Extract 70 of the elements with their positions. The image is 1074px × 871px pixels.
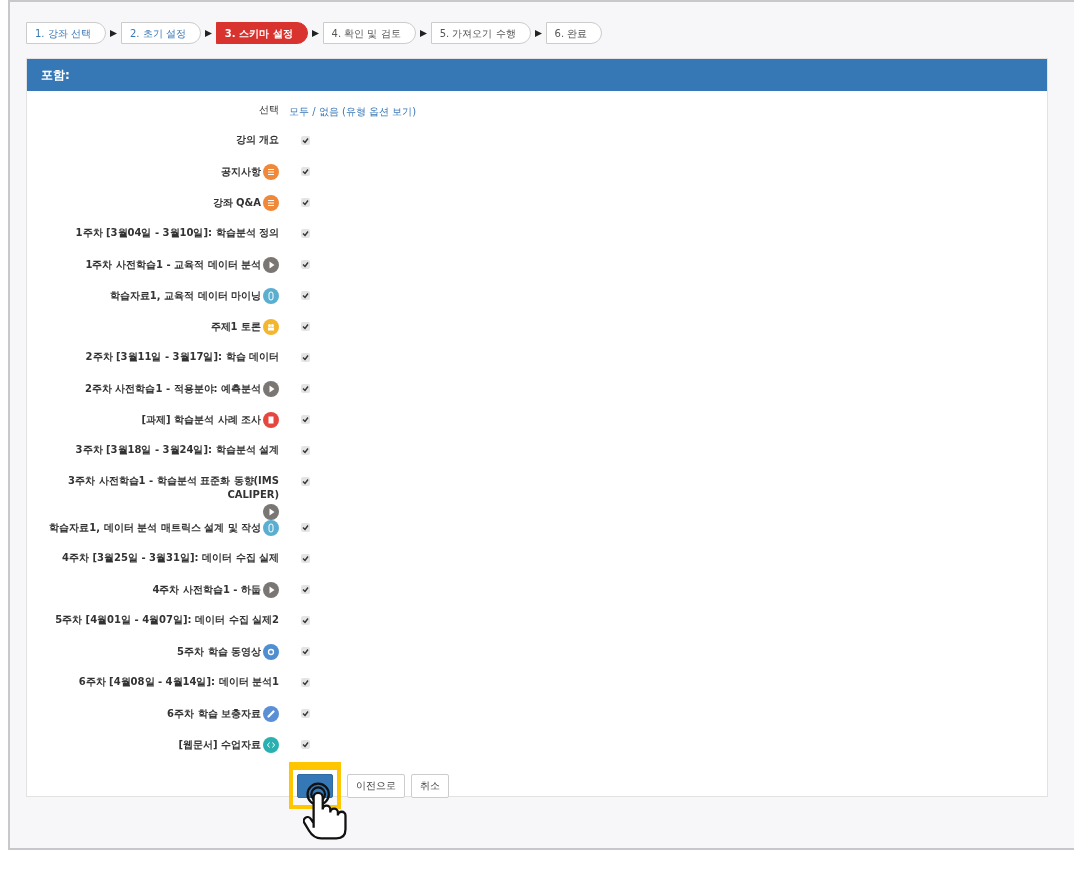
checkbox[interactable] [301,229,310,238]
list-icon [263,164,279,180]
document-icon [263,412,279,428]
item-label: 학습자료1, 교육적 데이터 마이닝 [108,289,261,303]
wizard-step: 6. 완료 [545,22,603,44]
checkbox[interactable] [301,709,310,718]
code-icon [263,737,279,753]
checkbox[interactable] [301,477,310,486]
checkbox[interactable] [301,523,310,532]
select-link[interactable]: 모두 / 없음 (유형 옵션 보기) [289,103,417,121]
checkbox[interactable] [301,415,310,424]
checkbox[interactable] [301,740,310,749]
checkbox[interactable] [301,353,310,362]
item-label: 주제1 토론 [209,320,261,334]
circle-icon [263,644,279,660]
wizard-step: 1. 강좌 선택 [26,22,106,44]
play-icon [263,257,279,273]
checkbox[interactable] [301,384,310,393]
item-label: 1주차 [3월04일 - 3월10일]: 학습분석 정의 [74,226,279,240]
checkbox[interactable] [301,678,310,687]
item-label: 학습자료1, 데이터 분석 매트릭스 설계 및 작성 [48,521,261,535]
item-label: 3주차 [3월18일 - 3월24일]: 학습분석 설계 [74,443,279,457]
item-label: 6주차 [4월08일 - 4월14일]: 데이터 분석1 [77,675,279,689]
item-label: 4주차 사전학습1 - 하둡 [151,583,261,597]
wizard-step: 2. 초기 설정 [120,22,201,44]
select-label: 선택 [258,103,279,117]
paperclip-icon [263,288,279,304]
arrow-icon [419,29,427,37]
play-icon [263,504,279,520]
people-icon [263,319,279,335]
checkbox[interactable] [301,291,310,300]
item-label: 6주차 학습 보충자료 [166,707,261,721]
paperclip-icon [263,520,279,536]
wizard-step: 5. 가져오기 수행 [430,22,531,44]
item-label: 2주차 [3월11일 - 3월17일]: 학습 데이터 [84,350,279,364]
item-label: 1주차 사전학습1 - 교육적 데이터 분석 [84,258,261,272]
arrow-icon [311,29,319,37]
play-icon [263,582,279,598]
wizard-step: 3. 스키마 설정 [215,22,308,44]
checkbox[interactable] [301,647,310,656]
checkbox[interactable] [301,446,310,455]
checkbox[interactable] [301,585,310,594]
item-label: 강의 개요 [234,133,279,147]
checkbox[interactable] [301,167,310,176]
arrow-icon [534,29,542,37]
checkbox[interactable] [301,616,310,625]
wizard-step: 4. 확인 및 검토 [322,22,416,44]
checkbox[interactable] [301,322,310,331]
link-icon [263,706,279,722]
item-label: 2주차 사전학습1 - 적용분야: 예측분석 [84,382,261,396]
item-label: 5주차 [4월01일 - 4월07일]: 데이터 수집 실제2 [54,613,279,627]
panel-title: 포함: [27,59,1047,91]
item-label: 4주차 [3월25일 - 3월31일]: 데이터 수집 실제 [61,551,279,565]
form-button[interactable]: 취소 [411,773,449,798]
play-icon [263,381,279,397]
form-button[interactable]: 이전으로 [347,773,405,798]
checkbox[interactable] [301,198,310,207]
item-label: 강좌 Q&A [211,196,261,210]
hand-pointer-icon [303,782,347,840]
checkbox[interactable] [301,554,310,563]
item-label: [과제] 학습분석 사례 조사 [140,413,261,427]
checkbox[interactable] [301,260,310,269]
item-label: 5주차 학습 동영상 [176,645,261,659]
arrow-icon [109,29,117,37]
list-icon [263,195,279,211]
item-label: 3주차 사전학습1 - 학습분석 표준화 동향(IMS CALIPER) [67,474,279,502]
arrow-icon [204,29,212,37]
item-label: 공지사항 [220,165,261,179]
item-label: [웹문서] 수업자료 [177,738,261,752]
checkbox[interactable] [301,136,310,145]
